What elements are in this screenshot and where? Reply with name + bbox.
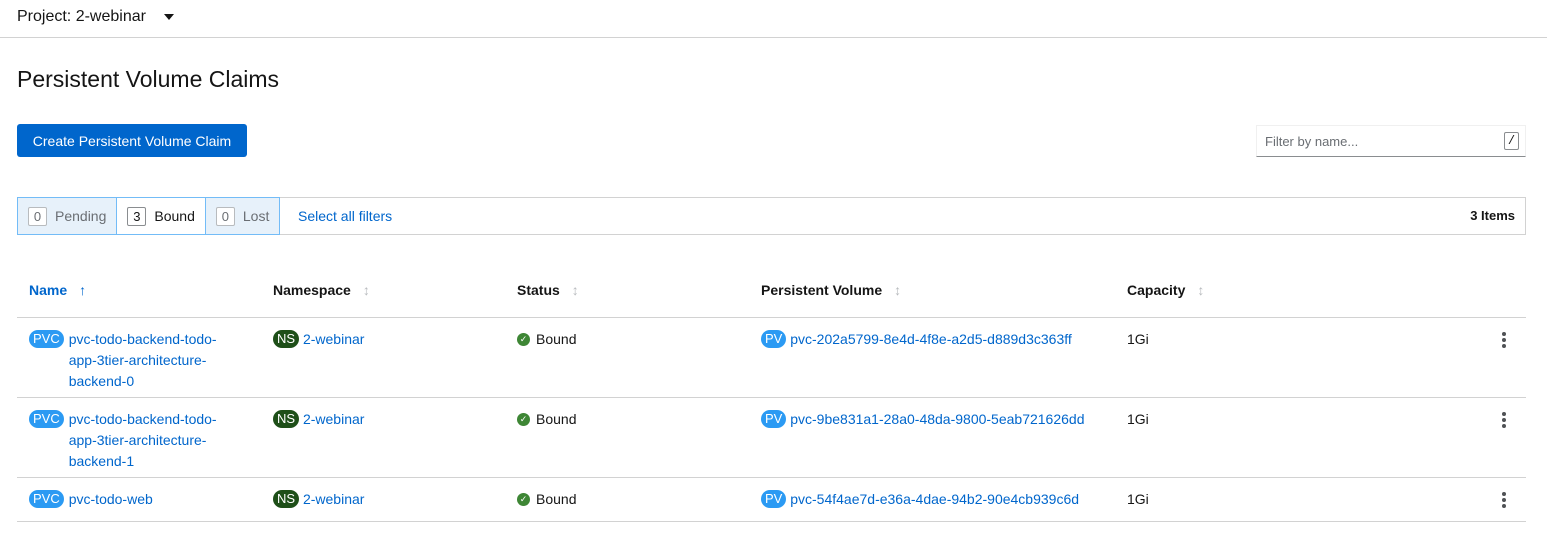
column-label: Capacity <box>1127 282 1186 298</box>
status-count: 0 <box>28 206 47 226</box>
sort-icon: ↕ <box>362 282 370 298</box>
sort-icon: ↕ <box>571 282 579 298</box>
status-filter-lost[interactable]: 0 Lost <box>205 197 281 235</box>
status-filter-pending[interactable]: 0 Pending <box>17 197 118 235</box>
keyboard-shortcut-hint: / <box>1504 132 1519 150</box>
check-circle-icon: ✓ <box>517 333 530 346</box>
capacity-cell: 1Gi <box>1127 331 1149 347</box>
kebab-icon[interactable] <box>1499 330 1509 350</box>
status-label: Pending <box>55 208 107 224</box>
select-all-filters-link[interactable]: Select all filters <box>298 208 392 224</box>
pv-badge: PV <box>761 490 787 508</box>
namespace-link[interactable]: 2-webinar <box>303 331 364 347</box>
status-label: Lost <box>242 208 270 224</box>
filter-box: / <box>1256 125 1526 157</box>
namespace-link[interactable]: 2-webinar <box>303 411 364 427</box>
namespace-cell: NS 2-webinar <box>273 489 364 510</box>
pv-badge: PV <box>761 410 787 428</box>
pv-cell: PV pvc-9be831a1-28a0-48da-9800-5eab72162… <box>761 409 1085 430</box>
namespace-cell: NS 2-webinar <box>273 409 364 430</box>
column-label: Persistent Volume <box>761 282 883 298</box>
column-header-capacity[interactable]: Capacity ↕ <box>1127 282 1204 298</box>
project-bar: Project: 2-webinar <box>0 0 1547 38</box>
status-count: 3 <box>127 206 147 226</box>
pvc-badge: PVC <box>29 490 64 508</box>
status-cell: ✓ Bound <box>517 329 576 350</box>
filter-by-name-input[interactable] <box>1257 126 1497 156</box>
column-header-name[interactable]: Name ↑ <box>29 282 86 298</box>
sort-icon: ↕ <box>1197 282 1205 298</box>
column-header-status[interactable]: Status ↕ <box>517 282 579 298</box>
pvc-name-link[interactable]: pvc-todo-web <box>69 489 244 510</box>
kebab-icon[interactable] <box>1499 410 1509 430</box>
page-title: Persistent Volume Claims <box>17 66 280 92</box>
arrow-up-icon: ↑ <box>79 282 87 298</box>
column-label: Name <box>29 282 68 298</box>
status-text: Bound <box>536 491 577 507</box>
ns-badge: NS <box>273 330 300 348</box>
create-pvc-button[interactable]: Create Persistent Volume Claim <box>17 124 247 157</box>
column-label: Namespace <box>273 282 351 298</box>
check-circle-icon: ✓ <box>517 493 530 506</box>
namespace-cell: NS 2-webinar <box>273 329 364 350</box>
column-label: Status <box>517 282 560 298</box>
status-text: Bound <box>536 331 577 347</box>
capacity-cell: 1Gi <box>1127 491 1149 507</box>
capacity-cell: 1Gi <box>1127 411 1149 427</box>
table-row: PVC pvc-todo-web NS 2-webinar ✓ Bound PV … <box>17 478 1526 522</box>
name-cell: PVC pvc-todo-backend-todo-app-3tier-arch… <box>29 329 244 392</box>
pv-badge: PV <box>761 330 787 348</box>
pvc-name-link[interactable]: pvc-todo-backend-todo-app-3tier-architec… <box>69 329 244 392</box>
pvc-badge: PVC <box>29 410 64 428</box>
pv-link[interactable]: pvc-9be831a1-28a0-48da-9800-5eab721626dd <box>790 411 1084 427</box>
status-label: Bound <box>154 208 195 224</box>
kebab-icon[interactable] <box>1499 490 1509 510</box>
project-dropdown[interactable]: Project: 2-webinar <box>17 6 174 28</box>
status-filter-bar: 0 Pending 3 Bound 0 Lost Select all filt… <box>17 197 1526 235</box>
ns-badge: NS <box>273 410 300 428</box>
project-label: Project: 2-webinar <box>17 8 146 25</box>
items-count: 3 Items <box>1470 208 1515 223</box>
pvc-name-link[interactable]: pvc-todo-backend-todo-app-3tier-architec… <box>69 409 244 472</box>
caret-down-icon <box>163 14 174 20</box>
name-cell: PVC pvc-todo-web <box>29 489 244 510</box>
pvc-badge: PVC <box>29 330 64 348</box>
status-cell: ✓ Bound <box>517 489 576 510</box>
table-row: PVC pvc-todo-backend-todo-app-3tier-arch… <box>17 318 1526 398</box>
column-header-persistent-volume[interactable]: Persistent Volume ↕ <box>761 282 901 298</box>
status-text: Bound <box>536 411 577 427</box>
status-count: 0 <box>215 206 235 226</box>
status-filter-bound[interactable]: 3 Bound <box>117 197 206 235</box>
column-header-namespace[interactable]: Namespace ↕ <box>273 282 370 298</box>
status-filter-group: 0 Pending 3 Bound 0 Lost <box>17 197 281 235</box>
pvc-table: Name ↑ Namespace ↕ Status ↕ Persistent V… <box>17 262 1526 522</box>
ns-badge: NS <box>273 490 300 508</box>
pv-link[interactable]: pvc-202a5799-8e4d-4f8e-a2d5-d889d3c363ff <box>790 331 1072 347</box>
table-row: PVC pvc-todo-backend-todo-app-3tier-arch… <box>17 398 1526 478</box>
pv-cell: PV pvc-202a5799-8e4d-4f8e-a2d5-d889d3c36… <box>761 329 1072 350</box>
status-cell: ✓ Bound <box>517 409 576 430</box>
sort-icon: ↕ <box>894 282 902 298</box>
check-circle-icon: ✓ <box>517 413 530 426</box>
pv-cell: PV pvc-54f4ae7d-e36a-4dae-94b2-90e4cb939… <box>761 489 1079 510</box>
namespace-link[interactable]: 2-webinar <box>303 491 364 507</box>
pv-link[interactable]: pvc-54f4ae7d-e36a-4dae-94b2-90e4cb939c6d <box>790 491 1079 507</box>
table-header: Name ↑ Namespace ↕ Status ↕ Persistent V… <box>17 262 1526 318</box>
name-cell: PVC pvc-todo-backend-todo-app-3tier-arch… <box>29 409 244 472</box>
